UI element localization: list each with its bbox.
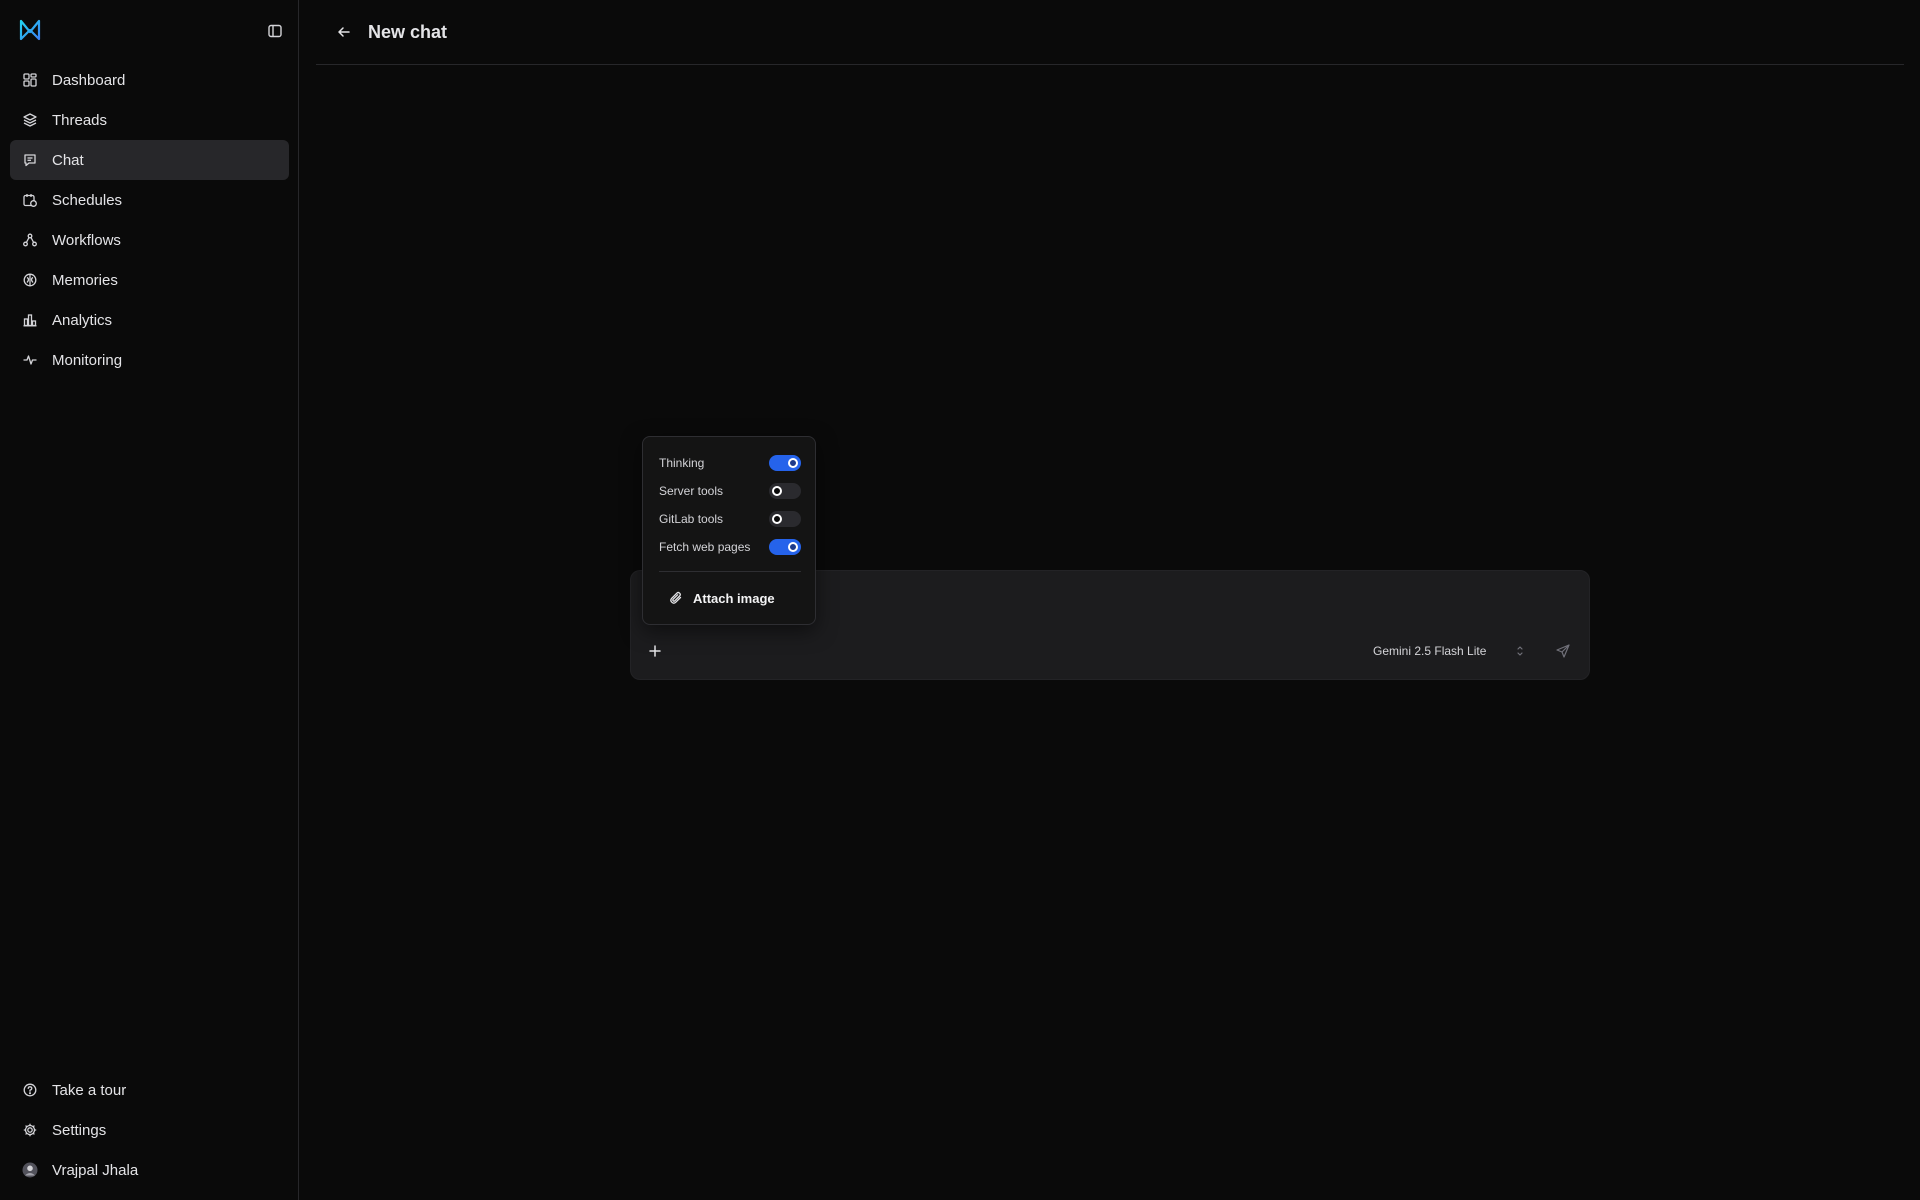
workflow-icon — [22, 232, 38, 248]
sidebar-item-threads[interactable]: Threads — [10, 100, 289, 140]
sidebar-item-settings[interactable]: Settings — [10, 1110, 289, 1150]
chevron-up-down-icon — [1515, 644, 1525, 661]
option-thinking[interactable]: Thinking — [659, 452, 801, 474]
attach-image-label: Attach image — [693, 590, 775, 606]
bar-chart-icon — [22, 312, 38, 328]
model-select-value: Gemini 2.5 Flash Lite — [1373, 644, 1487, 658]
option-fetch-web-pages[interactable]: Fetch web pages — [659, 536, 801, 558]
sidebar-item-label: Analytics — [52, 311, 113, 329]
send-icon — [1556, 644, 1570, 658]
gear-icon — [22, 1122, 38, 1138]
sidebar-item-take-a-tour[interactable]: Take a tour — [10, 1070, 289, 1110]
paperclip-icon — [669, 591, 683, 605]
gitlab-tools-toggle[interactable] — [769, 511, 801, 527]
avatar — [22, 1162, 38, 1178]
add-options-button[interactable] — [643, 639, 667, 663]
help-circle-icon — [22, 1082, 38, 1098]
popover-divider — [659, 571, 801, 572]
options-popover: Thinking Server tools GitLab tools Fetch… — [642, 436, 816, 625]
sidebar-item-label: Threads — [52, 111, 108, 129]
sidebar: Dashboard Threads Chat Schedules Workflo… — [0, 0, 299, 1200]
sidebar-item-label: Chat — [52, 151, 84, 169]
sidebar-item-label: Take a tour — [52, 1081, 127, 1099]
logo-icon[interactable] — [18, 18, 42, 42]
sidebar-nav: Dashboard Threads Chat Schedules Workflo… — [10, 60, 289, 380]
calendar-clock-icon — [22, 192, 38, 208]
grid-icon — [22, 72, 38, 88]
sidebar-item-label: Schedules — [52, 191, 123, 209]
option-label: GitLab tools — [659, 512, 724, 526]
page-title: New chat — [368, 21, 448, 42]
thinking-toggle[interactable] — [769, 455, 801, 471]
server-tools-toggle[interactable] — [769, 483, 801, 499]
sidebar-item-chat[interactable]: Chat — [10, 140, 289, 180]
activity-icon — [22, 352, 38, 368]
sidebar-item-profile[interactable]: Vrajpal Jhala — [10, 1150, 289, 1190]
sidebar-item-label: Workflows — [52, 231, 121, 249]
option-label: Thinking — [659, 456, 705, 470]
sidebar-item-analytics[interactable]: Analytics — [10, 300, 289, 340]
sidebar-item-memories[interactable]: Memories — [10, 260, 289, 300]
sidebar-item-label: Settings — [52, 1121, 107, 1139]
model-select[interactable]: Gemini 2.5 Flash Lite — [1373, 638, 1533, 664]
page-header: New chat — [316, 0, 1904, 65]
sidebar-item-workflows[interactable]: Workflows — [10, 220, 289, 260]
sidebar-footer: Take a tour Settings Vrajpal Jhala — [10, 1070, 289, 1190]
option-gitlab-tools[interactable]: GitLab tools — [659, 508, 801, 530]
back-arrow-icon[interactable] — [334, 22, 354, 42]
option-server-tools[interactable]: Server tools — [659, 480, 801, 502]
sidebar-item-label: Dashboard — [52, 71, 126, 89]
sidebar-item-schedules[interactable]: Schedules — [10, 180, 289, 220]
sidebar-item-label: Monitoring — [52, 351, 123, 369]
send-button[interactable] — [1551, 639, 1575, 663]
sidebar-item-label: Memories — [52, 271, 118, 289]
sidebar-toggle-icon[interactable] — [266, 22, 284, 40]
fetch-web-pages-toggle[interactable] — [769, 539, 801, 555]
sidebar-item-label: Vrajpal Jhala — [52, 1161, 139, 1179]
option-label: Fetch web pages — [659, 540, 751, 554]
layers-icon — [22, 112, 38, 128]
attach-image-button[interactable]: Attach image — [659, 583, 801, 613]
sidebar-item-dashboard[interactable]: Dashboard — [10, 60, 289, 100]
app-root: Dashboard Threads Chat Schedules Workflo… — [0, 0, 1920, 1200]
chat-icon — [22, 152, 38, 168]
option-label: Server tools — [659, 484, 724, 498]
sidebar-item-monitoring[interactable]: Monitoring — [10, 340, 289, 380]
brain-icon — [22, 272, 38, 288]
